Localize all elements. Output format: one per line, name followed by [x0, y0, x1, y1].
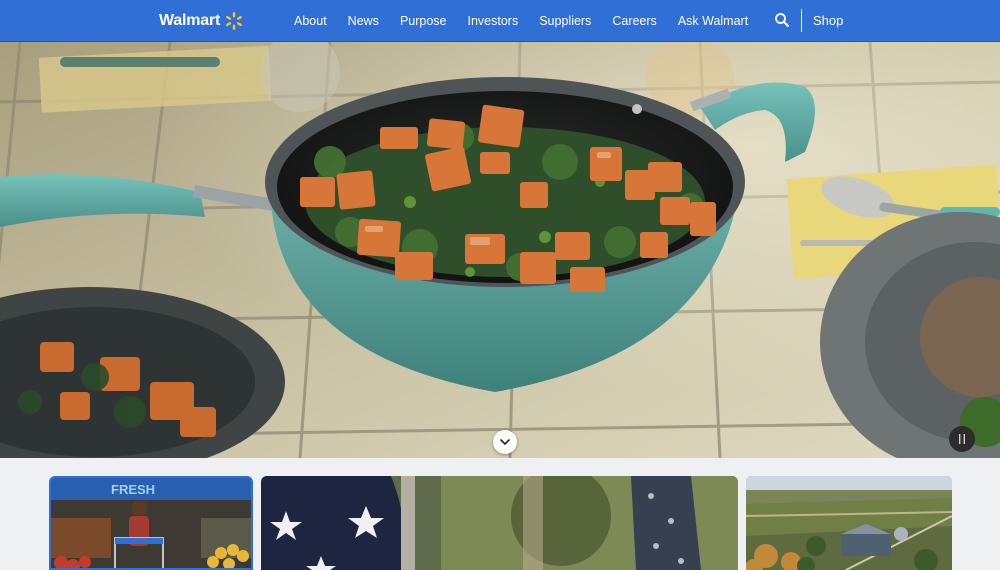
nav-news[interactable]: News — [348, 14, 379, 28]
nav-ask-walmart[interactable]: Ask Walmart — [678, 14, 748, 28]
logo-text: Walmart — [159, 12, 221, 29]
feature-cards: FRESH — [0, 458, 1000, 570]
aerial-farmland-photo — [746, 476, 952, 570]
scroll-down-button[interactable] — [493, 430, 517, 454]
site-header: Walmart About News Purpose Investors Sup… — [0, 0, 1000, 42]
fresh-sign-text: FRESH — [111, 482, 155, 497]
hero-video — [0, 42, 1000, 458]
card-store-associate[interactable]: FRESH — [49, 476, 253, 570]
american-flag-photo — [261, 476, 738, 570]
spark-icon — [226, 12, 243, 30]
card-farmland[interactable] — [746, 476, 952, 570]
pause-icon — [959, 434, 965, 444]
nav-suppliers[interactable]: Suppliers — [539, 14, 591, 28]
nav-purpose[interactable]: Purpose — [400, 14, 447, 28]
search-button[interactable] — [774, 12, 790, 28]
nav-about[interactable]: About — [294, 14, 327, 28]
walmart-logo[interactable]: Walmart — [159, 10, 244, 32]
hero-food-image — [0, 42, 1000, 458]
header-divider — [801, 9, 802, 32]
main-nav: About News Purpose Investors Suppliers C… — [294, 0, 769, 42]
search-icon — [775, 13, 789, 27]
nav-investors[interactable]: Investors — [468, 14, 519, 28]
shop-link[interactable]: Shop — [813, 13, 843, 28]
pause-button[interactable] — [949, 426, 975, 452]
nav-careers[interactable]: Careers — [612, 14, 656, 28]
card-flag[interactable] — [261, 476, 738, 570]
store-associate-photo: FRESH — [51, 478, 251, 568]
chevron-down-icon — [500, 439, 510, 445]
